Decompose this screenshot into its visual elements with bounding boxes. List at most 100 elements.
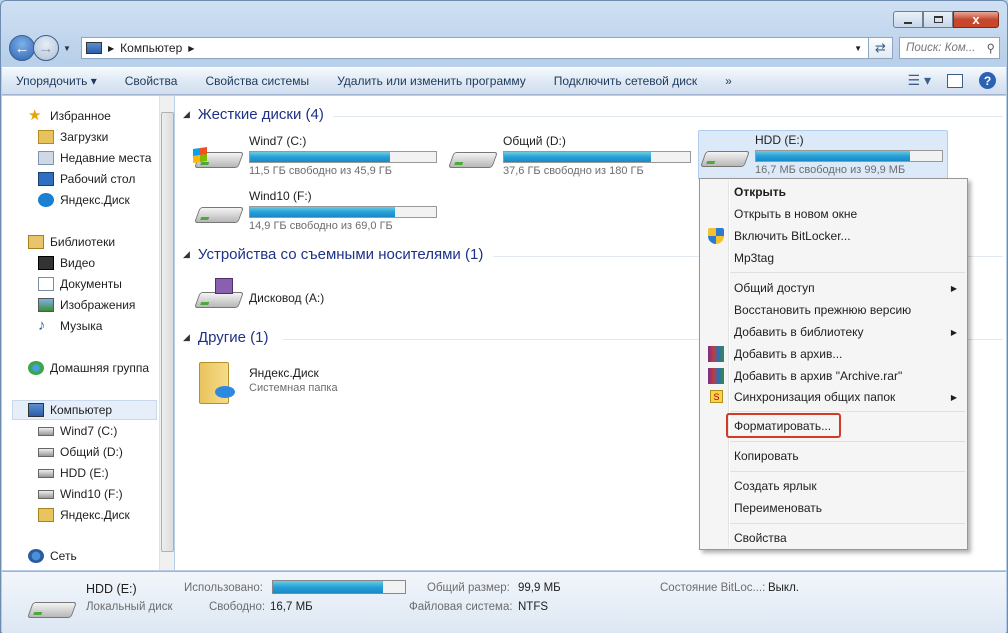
forward-button[interactable]: → bbox=[33, 35, 59, 61]
selected-drive-name: HDD (E:) bbox=[86, 582, 137, 596]
group-title: Жесткие диски (4) bbox=[197, 106, 324, 123]
hard-drive-icon bbox=[26, 588, 78, 624]
hard-drive-icon bbox=[193, 193, 245, 233]
sidebar-item-label: Документы bbox=[60, 277, 122, 291]
sidebar-item-label: Яндекс.Диск bbox=[60, 508, 130, 522]
menu-item-open-new-window[interactable]: Открыть в новом окне bbox=[702, 203, 965, 225]
floppy-drive-tile[interactable]: Дисковод (A:) bbox=[193, 272, 443, 322]
drive-name: HDD (E:) bbox=[755, 133, 804, 147]
properties-button[interactable]: Свойства bbox=[111, 74, 192, 88]
group-title: Устройства со съемными носителями (1) bbox=[197, 246, 484, 263]
yandex-folder-icon bbox=[193, 362, 245, 404]
chevron-right-icon[interactable]: ▶ bbox=[188, 44, 194, 53]
hard-drive-icon bbox=[193, 138, 245, 178]
hard-drive-icon bbox=[699, 137, 751, 177]
video-icon bbox=[38, 256, 54, 270]
close-button[interactable]: x bbox=[953, 11, 999, 28]
drive-tile-c[interactable]: Wind7 (C:) 11,5 ГБ свободно из 45,9 ГБ bbox=[193, 132, 443, 182]
organize-button[interactable]: Упорядочить ▾ bbox=[2, 74, 111, 88]
menu-item-mp3tag[interactable]: Mp3tag bbox=[702, 247, 965, 269]
maximize-button[interactable] bbox=[923, 11, 953, 28]
menu-item-label: Добавить в библиотеку bbox=[734, 325, 864, 339]
sidebar-item-label: Библиотеки bbox=[50, 235, 116, 249]
address-dropdown-icon[interactable]: ▼ bbox=[854, 44, 862, 53]
more-commands-button[interactable]: » bbox=[711, 74, 746, 88]
sidebar-scrollbar[interactable] bbox=[159, 96, 174, 570]
total-size-label: Общий размер: bbox=[427, 582, 510, 594]
search-input[interactable]: Поиск: Ком... ⚲ bbox=[899, 37, 1000, 59]
yandex-disk-folder-tile[interactable]: Яндекс.Диск Системная папка bbox=[193, 356, 443, 406]
drive-icon bbox=[38, 426, 54, 436]
submenu-arrow-icon: ▶ bbox=[950, 327, 957, 337]
drive-name: Wind7 (C:) bbox=[249, 134, 307, 148]
address-bar[interactable]: ▶ Компьютер ▶ ▼ bbox=[81, 37, 869, 59]
menu-item-bitlocker[interactable]: Включить BitLocker... bbox=[702, 225, 965, 247]
menu-item-open[interactable]: Открыть bbox=[702, 181, 965, 203]
menu-item-sync-folders[interactable]: S Синхронизация общих папок ▶ bbox=[702, 386, 965, 408]
minimize-button[interactable] bbox=[893, 11, 923, 28]
preview-pane-icon[interactable] bbox=[947, 73, 963, 88]
command-bar: Упорядочить ▾ Свойства Свойства системы … bbox=[2, 67, 1006, 95]
view-options-icon[interactable]: ☰ ▾ bbox=[908, 72, 931, 89]
map-network-drive-button[interactable]: Подключить сетевой диск bbox=[540, 74, 711, 88]
menu-item-share[interactable]: Общий доступ ▶ bbox=[702, 277, 965, 299]
hard-drive-icon bbox=[447, 138, 499, 178]
usage-fill bbox=[756, 151, 911, 161]
recent-icon bbox=[38, 151, 54, 165]
total-size-value: 99,9 МБ bbox=[518, 582, 561, 594]
drive-tile-f[interactable]: Wind10 (F:) 14,9 ГБ свободно из 69,0 ГБ bbox=[193, 187, 443, 237]
menu-item-restore-previous[interactable]: Восстановить прежнюю версию bbox=[702, 299, 965, 321]
context-menu: Открыть Открыть в новом окне Включить Bi… bbox=[699, 178, 968, 550]
drive-usage-bar bbox=[249, 206, 437, 218]
chevron-right-icon[interactable]: ▶ bbox=[108, 44, 114, 53]
menu-item-properties[interactable]: Свойства bbox=[702, 527, 965, 549]
sidebar-item-label: Рабочий стол bbox=[60, 172, 136, 186]
collapse-triangle-icon[interactable]: ◢ bbox=[183, 109, 190, 120]
help-icon[interactable]: ? bbox=[979, 72, 996, 89]
scrollbar-thumb[interactable] bbox=[161, 112, 174, 552]
group-header-hard-drives[interactable]: ◢ Жесткие диски (4) bbox=[183, 106, 1003, 123]
recent-pages-dropdown-icon[interactable]: ▼ bbox=[63, 44, 71, 53]
menu-separator bbox=[730, 471, 965, 472]
sync-icon: S bbox=[710, 390, 723, 403]
menu-item-rename[interactable]: Переименовать bbox=[702, 497, 965, 519]
breadcrumb[interactable]: Компьютер bbox=[120, 41, 182, 55]
drive-usage-bar bbox=[249, 151, 437, 163]
used-label: Использовано: bbox=[184, 582, 263, 594]
back-button[interactable]: ← bbox=[9, 35, 35, 61]
menu-item-add-to-library[interactable]: Добавить в библиотеку ▶ bbox=[702, 321, 965, 343]
refresh-button[interactable]: ⇄ bbox=[869, 37, 893, 59]
yandex-disk-icon bbox=[38, 508, 54, 522]
libraries-icon bbox=[28, 235, 44, 249]
menu-item-add-to-archive[interactable]: Добавить в архив... bbox=[702, 343, 965, 365]
collapse-triangle-icon[interactable]: ◢ bbox=[183, 249, 190, 260]
drive-tile-e[interactable]: HDD (E:) 16,7 МБ свободно из 99,9 МБ bbox=[698, 130, 948, 180]
file-system-value: NTFS bbox=[518, 601, 549, 613]
submenu-arrow-icon: ▶ bbox=[950, 392, 957, 402]
folder-type: Системная папка bbox=[249, 382, 338, 394]
usage-fill bbox=[250, 152, 390, 162]
navigation-pane: ★ Избранное Загрузки Недавние места Рабоч… bbox=[2, 96, 174, 570]
downloads-icon bbox=[38, 130, 54, 144]
menu-item-copy[interactable]: Копировать bbox=[702, 445, 965, 467]
system-properties-button[interactable]: Свойства системы bbox=[191, 74, 323, 88]
winrar-icon bbox=[708, 368, 724, 384]
sidebar-item-label: Wind7 (C:) bbox=[60, 424, 118, 438]
network-icon bbox=[28, 549, 44, 563]
shield-icon bbox=[708, 228, 724, 244]
search-placeholder: Поиск: Ком... bbox=[906, 42, 976, 54]
drive-free-space: 37,6 ГБ свободно из 180 ГБ bbox=[503, 165, 644, 177]
drive-tile-d[interactable]: Общий (D:) 37,6 ГБ свободно из 180 ГБ bbox=[447, 132, 697, 182]
windows-logo-icon bbox=[193, 147, 207, 163]
sidebar-item-computer[interactable]: Компьютер bbox=[12, 400, 157, 420]
menu-item-add-to-archive-rar[interactable]: Добавить в архив "Archive.rar" bbox=[702, 365, 965, 387]
collapse-triangle-icon[interactable]: ◢ bbox=[183, 332, 190, 343]
floppy-disk-icon bbox=[215, 278, 233, 294]
free-label: Свободно: bbox=[209, 601, 266, 613]
uninstall-program-button[interactable]: Удалить или изменить программу bbox=[323, 74, 540, 88]
sidebar-item-label: Загрузки bbox=[60, 130, 109, 144]
file-system-label: Файловая система: bbox=[409, 601, 513, 613]
desktop-icon bbox=[38, 172, 54, 186]
menu-item-create-shortcut[interactable]: Создать ярлык bbox=[702, 475, 965, 497]
details-pane: HDD (E:) Локальный диск Использовано: Св… bbox=[2, 571, 1006, 633]
